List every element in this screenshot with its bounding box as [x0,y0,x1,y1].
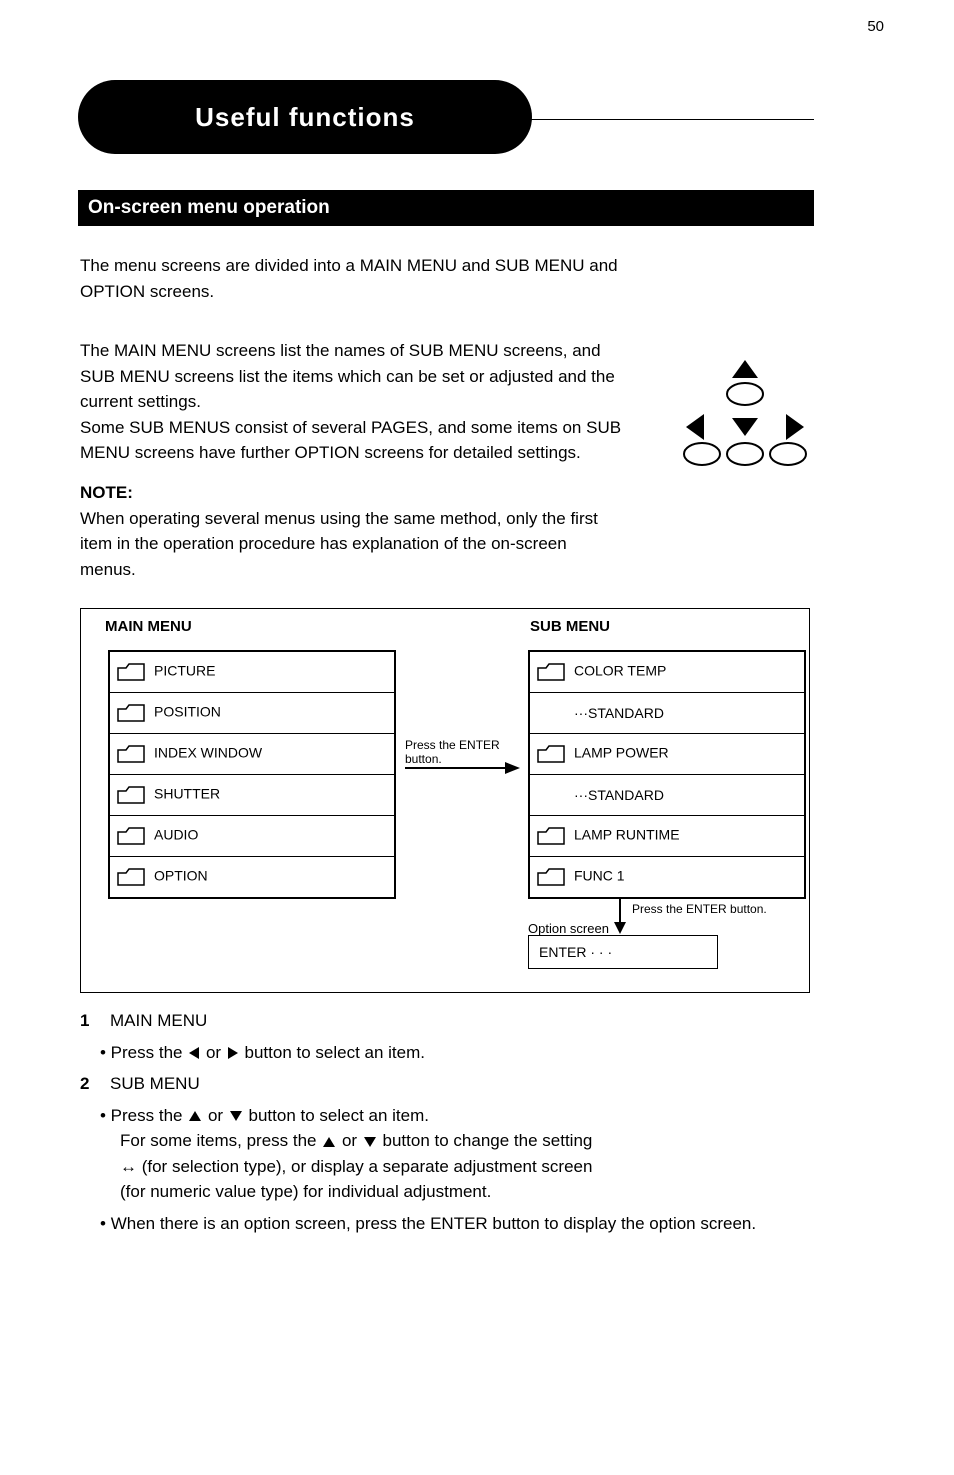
folder-icon [536,867,566,887]
folder-icon [116,867,146,887]
folder-icon [116,744,146,764]
arrow-down-icon [610,898,630,934]
option-screen-box: ENTER · · · [528,935,718,969]
intro-paragraph-2: The MAIN MENU screens list the names of … [80,338,624,466]
intro-paragraph-1: The menu screens are divided into a MAIN… [80,253,624,304]
folder-icon [116,785,146,805]
main-menu-header: MAIN MENU [105,618,192,635]
main-menu-list: PICTURE POSITION INDEX WINDOW SHUTTER AU… [108,650,396,899]
sub-menu-list: COLOR TEMP ···STANDARD LAMP POWER ···STA… [528,650,806,899]
list-item: FUNC 1 [530,857,805,898]
triangle-up-icon [323,1137,335,1147]
triangle-left-icon [189,1047,199,1059]
step-2-note-1: For some items, press the or button to c… [120,1128,814,1154]
list-item: LAMP POWER [530,734,805,775]
section-bar: On-screen menu operation [78,190,814,226]
note-text: When operating several menus using the s… [80,509,598,579]
folder-icon [116,662,146,682]
note-label: NOTE: [80,483,133,502]
header-pill-text: Useful functions [195,102,415,133]
triangle-up-icon [189,1111,201,1121]
arrow-button-pad-icon [680,360,810,480]
triangle-down-icon [230,1111,242,1121]
step-1-bullet: • Press the or button to select an item. [100,1040,814,1066]
list-item: INDEX WINDOW [110,734,395,775]
list-item: ···STANDARD [530,693,805,734]
triangle-right-icon [228,1047,238,1059]
step-2-note-2: ↔ (for selection type), or display a sep… [120,1154,814,1180]
folder-icon [536,826,566,846]
list-item: AUDIO [110,816,395,857]
step-1-title: 1MAIN MENU [80,1008,814,1034]
folder-icon [116,703,146,723]
note-block: NOTE: When operating several menus using… [80,480,624,582]
arrow-down-label: Press the ENTER button. [632,902,767,916]
step-2-bullet-1: • Press the or button to select an item. [100,1103,814,1129]
option-screen-label: Option screen [528,921,609,936]
header-pill: Useful functions [78,80,532,154]
steps-block: 1MAIN MENU • Press the or button to sele… [80,1008,814,1236]
arrow-right-label: Press the ENTER button. [405,738,515,766]
folder-icon [116,826,146,846]
list-item: SHUTTER [110,775,395,816]
folder-icon [536,662,566,682]
step-2-note-3: (for numeric value type) for individual … [120,1179,814,1205]
page-number: 50 [867,18,884,35]
list-item: COLOR TEMP [530,652,805,693]
list-item: ···STANDARD [530,775,805,816]
list-item: POSITION [110,693,395,734]
folder-icon [536,744,566,764]
step-2-bullet-2: • When there is an option screen, press … [100,1211,814,1237]
list-item: OPTION [110,857,395,898]
header-pill-rule [530,119,814,120]
step-2-title: 2SUB MENU [80,1071,814,1097]
list-item: LAMP RUNTIME [530,816,805,857]
list-item: PICTURE [110,652,395,693]
sub-menu-header: SUB MENU [530,618,610,635]
triangle-down-icon [364,1137,376,1147]
